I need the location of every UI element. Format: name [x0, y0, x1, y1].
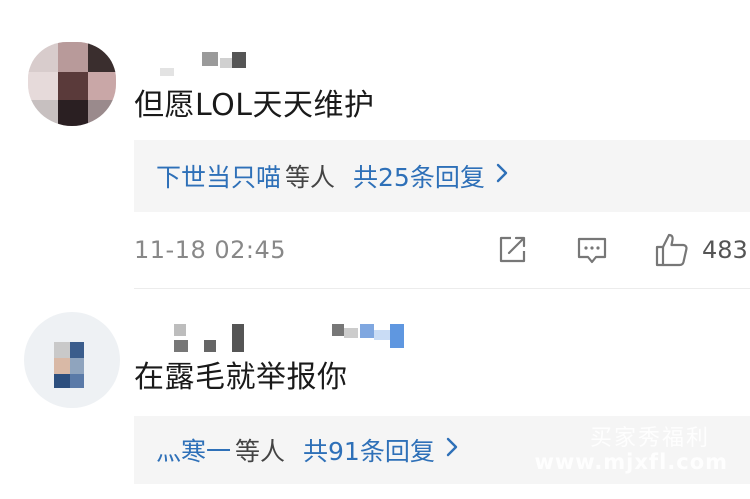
comment-text: 但愿LOL天天维护 — [134, 88, 375, 123]
comment-text: 在露毛就举报你 — [134, 360, 348, 395]
avatar[interactable] — [24, 312, 120, 408]
watermark-url: www.mjxfl.com — [534, 450, 728, 474]
timestamp: 11-18 02:45 — [134, 236, 287, 264]
avatar[interactable] — [28, 42, 116, 126]
replies-preview[interactable]: 下世当只喵 等人 共25条回复 — [134, 140, 750, 212]
reply-count-link[interactable]: 共25条回复 — [353, 158, 485, 194]
reply-author-link[interactable]: 灬寒一 — [156, 432, 231, 468]
reply-others-label: 等人 — [235, 437, 286, 466]
chevron-right-icon — [445, 435, 459, 465]
reply-others-label: 等人 — [285, 163, 336, 192]
thumbs-up-icon[interactable] — [654, 232, 688, 267]
comment-meta: 11-18 02:45 483 — [134, 232, 750, 268]
comment-item: 但愿LOL天天维护 下世当只喵 等人 共25条回复 11-18 02:45 48… — [0, 0, 750, 290]
divider — [134, 288, 750, 289]
watermark-text: 买家秀福利 — [589, 426, 710, 451]
reply-count-link[interactable]: 共91条回复 — [303, 432, 435, 468]
comment-icon[interactable] — [576, 234, 608, 266]
share-icon[interactable] — [496, 234, 528, 266]
like-count: 483 — [702, 236, 748, 264]
reply-author-link[interactable]: 下世当只喵 — [156, 158, 281, 194]
chevron-right-icon — [495, 161, 509, 191]
